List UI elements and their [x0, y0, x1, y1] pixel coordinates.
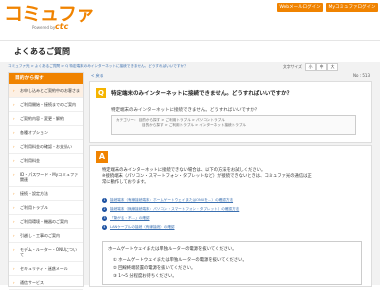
sidebar-item[interactable]: › ご利用環境・機器のご案内 [9, 215, 83, 229]
sidebar-item[interactable]: › ご利用料金 [9, 154, 83, 168]
sidebar-item-label: 接続・設定方法 [20, 191, 48, 196]
answer-steps-box: ホームゲートウェイまたは単独ルーターの電源を抜いてください。 ① ホームゲートウ… [102, 241, 362, 285]
chevron-right-icon: › [13, 280, 15, 285]
chevron-right-icon: › [13, 102, 15, 107]
sidebar-item[interactable]: › 通信サービス [9, 276, 83, 290]
question-box: Q 特定端末のみインターネットに接続できません。どうすればいいですか？ 特定端末… [89, 81, 372, 143]
answer-link-4-text[interactable]: LANケーブルの接続（有線接続）の確認 [110, 225, 175, 229]
webmail-login-button[interactable]: Webメールログイン [277, 3, 323, 12]
font-size-label: 文字サイズ [283, 64, 302, 69]
question-icon: Q [96, 88, 106, 98]
sidebar-item[interactable]: › 引越し・工事のご案内 [9, 229, 83, 243]
sidebar-item-label: セキュリティ・迷惑メール [20, 266, 68, 271]
sidebar-item-label: ご利用環境・機器のご案内 [20, 219, 68, 224]
main-toolbar: < 戻る No : 513 [89, 72, 372, 80]
ctc-logo: ctc [55, 22, 69, 31]
site-header: コミュファ Powered by ctc Webメールログイン Myコミュファロ… [0, 0, 380, 40]
chevron-right-icon: › [13, 205, 15, 210]
question-categories: カテゴリー： 目的から探す > ご利用トラブル > パソコントラブル 目的から探… [111, 115, 356, 135]
step-number-2: 2 [102, 207, 107, 212]
sidebar-item[interactable]: › お申し込みとご契約中のお客さま [9, 84, 83, 98]
chevron-right-icon: › [13, 172, 15, 177]
sidebar-item-label: 各種オプション [20, 130, 48, 135]
chevron-right-icon: › [13, 158, 15, 163]
answer-link-2-text[interactable]: 接続端末（無線接続端末：パソコン・スマートフォン・タブレット）の確認方法 [110, 207, 239, 211]
sidebar-item-label: ご利用開始・接続までのご案内 [20, 102, 76, 107]
sidebar-item[interactable]: › 接続・設定方法 [9, 187, 83, 201]
logo-powered-by: Powered by [32, 25, 56, 30]
chevron-right-icon: › [13, 247, 15, 252]
sidebar-item-label: ご利用トラブル [20, 205, 48, 210]
answer-link-1[interactable]: 1 接続端末（有線接続端末：ホームゲートウェイまたはONUを…）の確認方法 [102, 198, 233, 203]
faq-number: No : 513 [353, 73, 370, 78]
chevron-right-icon: › [13, 219, 15, 224]
sidebar-item[interactable]: › モデム・ルーター・ONUについて [9, 243, 83, 262]
step-number-3: 3 [102, 216, 107, 221]
chevron-right-icon: › [13, 233, 15, 238]
question-body: 特定端末のみインターネットに接続できません。どうすればいいですか？ [111, 108, 260, 113]
chevron-right-icon: › [13, 130, 15, 135]
step-2: ② 回線終端装置の電源を抜いてください。 [113, 266, 196, 271]
font-size-large-button[interactable]: 大 [327, 63, 338, 71]
answer-line-3: 常に動作しております。 [102, 180, 149, 186]
answer-link-3-text[interactable]: 「繋がる・不…」の確認 [110, 216, 150, 220]
sidebar-item-label: お申し込みとご契約中のお客さま [20, 88, 80, 93]
sidebar-item-label: モデム・ルーター・ONUについて [20, 247, 77, 257]
header-divider [0, 40, 380, 41]
font-size-medium-button[interactable]: 中 [316, 63, 327, 71]
commufa-logo[interactable]: コミュファ [4, 3, 95, 25]
sidebar-item[interactable]: › ご利用料金の確認・お支払い [9, 140, 83, 154]
sidebar-item[interactable]: › ご利用トラブル [9, 201, 83, 215]
main-content: < 戻る No : 513 Q 特定端末のみインターネットに接続できません。どう… [89, 72, 372, 287]
sidebar-item-label: ご契約内容・変更・解約 [20, 116, 64, 121]
chevron-right-icon: › [13, 88, 15, 93]
chevron-right-icon: › [13, 144, 15, 149]
chevron-right-icon: › [13, 191, 15, 196]
breadcrumb[interactable]: コミュファ光 > よくあるご質問 > Q 特定端末のみインターネットに接続できま… [8, 64, 188, 69]
sidebar-item-label: ID・パスワード・Myコミュファ関連 [20, 172, 79, 182]
step-1: ① ホームゲートウェイまたは単独ルーターの電源を抜いてください。 [113, 258, 247, 263]
chevron-right-icon: › [13, 116, 15, 121]
sidebar-item-label: ご利用料金 [20, 158, 40, 163]
category-line-2[interactable]: 目的から探す > ご利用トラブル > インターネット接続トラブル [116, 123, 351, 128]
sidebar-heading: 目的から探す [9, 73, 83, 84]
answer-icon: A [96, 151, 108, 163]
sidebar-item[interactable]: › ご利用開始・接続までのご案内 [9, 98, 83, 112]
sidebar-item-label: 通信サービス [20, 280, 44, 285]
question-title: 特定端末のみインターネットに接続できません。どうすればいいですか？ [111, 91, 293, 97]
step-3: ③ 1～5 分程度お待ちください。 [113, 274, 177, 279]
step-number-4: 4 [102, 225, 107, 230]
answer-link-4[interactable]: 4 LANケーブルの接続（有線接続）の確認 [102, 225, 175, 230]
sidebar-item-label: 引越し・工事のご案内 [20, 233, 60, 238]
page-title: よくあるご質問 [14, 47, 70, 56]
sidebar-item[interactable]: › ご契約内容・変更・解約 [9, 112, 83, 126]
steps-heading: ホームゲートウェイまたは単独ルーターの電源を抜いてください。 [108, 247, 237, 252]
answer-link-1-text[interactable]: 接続端末（有線接続端末：ホームゲートウェイまたはONUを…）の確認方法 [110, 198, 233, 202]
mypage-login-button[interactable]: Myコミュファログイン [326, 3, 378, 12]
font-size-small-button[interactable]: 小 [305, 63, 316, 71]
chevron-right-icon: › [13, 266, 15, 271]
answer-link-3[interactable]: 3 「繋がる・不…」の確認 [102, 216, 150, 221]
answer-link-2[interactable]: 2 接続端末（無線接続端末：パソコン・スマートフォン・タブレット）の確認方法 [102, 207, 239, 212]
step-number-1: 1 [102, 198, 107, 203]
sidebar: 目的から探す › お申し込みとご契約中のお客さま › ご利用開始・接続までのご案内 › ご… [8, 72, 84, 290]
sidebar-item[interactable]: › ID・パスワード・Myコミュファ関連 [9, 168, 83, 187]
sidebar-item[interactable]: › 各種オプション [9, 126, 83, 140]
back-link[interactable]: < 戻る [91, 73, 104, 79]
answer-box: A 特定端末のみインターネットに接続できない場合は、以下の方法をお試しください。… [89, 145, 372, 287]
sidebar-item[interactable]: › セキュリティ・迷惑メール [9, 262, 83, 276]
answer-text: 特定端末のみインターネットに接続できない場合は、以下の方法をお試しください。 ※… [102, 168, 312, 187]
sidebar-item-label: ご利用料金の確認・お支払い [20, 144, 72, 149]
